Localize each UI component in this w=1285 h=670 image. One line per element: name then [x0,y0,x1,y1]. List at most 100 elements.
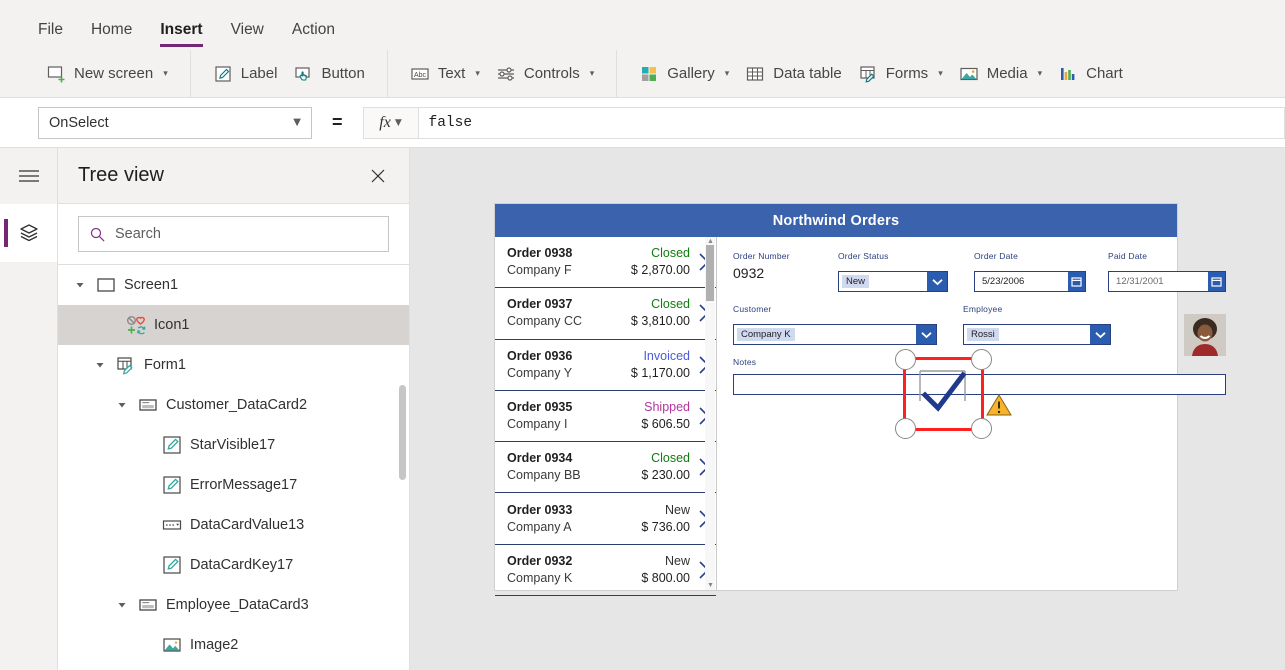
label-icon [215,65,231,82]
gallery-row[interactable]: Order 0936 Company Y Invoiced $ 1,170.00 [495,340,716,391]
hamburger-menu-button[interactable] [0,148,57,204]
tree-view-title: Tree view [78,164,164,186]
order-number: Order 0935 [507,400,573,415]
gallery-button[interactable]: Gallery ▾ [631,60,737,88]
gallery-row[interactable]: Order 0932 Company K New $ 800.00 [495,545,716,597]
gallery-row[interactable]: Order 0934 Company BB Closed $ 230.00 [495,442,716,494]
tree-node-label: StarVisible17 [190,437,276,453]
button-button[interactable]: Button [285,60,372,88]
tree-node-list: Screen1 Icon1 Form1 Customer_DataCard2 S… [58,265,409,670]
order-status: Shipped [644,400,690,415]
order-status-dropdown[interactable]: New [838,271,948,292]
chevron-down-icon[interactable] [927,272,947,291]
field-paid-date: Paid Date 12/31/2001 [1108,251,1226,292]
tree-node-label: Screen1 [124,277,179,293]
employee-avatar [1184,314,1226,356]
paid-date-input[interactable]: 12/31/2001 [1108,271,1226,292]
datacard-icon [139,399,157,411]
notes-input[interactable] [733,374,1226,395]
order-date-input[interactable]: 5/23/2006 [974,271,1086,292]
gallery-label: Gallery [667,65,715,82]
controls-button[interactable]: Controls ▾ [488,60,602,88]
gallery-scrollbar[interactable]: ▲ ▼ [705,237,715,590]
tree-node-icon1[interactable]: Icon1 [58,305,409,345]
detail-row-1: Order Number 0932 Order Status New Order… [733,251,1226,292]
order-status: Closed [651,246,690,261]
twisty-open-icon[interactable] [114,601,130,609]
menu-tab-file[interactable]: File [38,21,63,50]
ribbon-group-basic: Label Button [191,50,388,97]
gallery-row[interactable]: Order 0935 Company I Shipped $ 606.50 [495,391,716,443]
order-status-value: New [842,275,870,288]
gallery-row[interactable]: Order 0937 Company CC Closed $ 3,810.00 [495,288,716,340]
twisty-open-icon[interactable] [72,281,88,289]
equals-sign: = [332,112,343,132]
tree-scrollbar-thumb[interactable] [399,385,406,480]
icon-control-icon [127,316,146,335]
tree-node-image2[interactable]: Image2 [58,625,409,665]
customer-name: Company A [507,519,572,534]
chart-icon [1061,67,1075,80]
tree-view-header: Tree view [58,148,409,204]
scroll-down-icon[interactable]: ▼ [707,582,714,589]
data-table-button[interactable]: Data table [737,60,849,88]
tree-node-datacardkey17[interactable]: DataCardKey17 [58,545,409,585]
close-panel-button[interactable] [369,167,387,185]
order-number: Order 0933 [507,502,573,517]
customer-dropdown[interactable]: Company K [733,324,937,345]
tree-node-starvisible17[interactable]: StarVisible17 [58,425,409,465]
tree-node-form1[interactable]: Form1 [58,345,409,385]
label-button[interactable]: Label [205,60,286,88]
tree-node-employee-datacard3[interactable]: Employee_DataCard3 [58,585,409,625]
canvas-area[interactable]: Northwind Orders Order 0938 Company F Cl… [410,148,1285,670]
orders-gallery[interactable]: Order 0938 Company F Closed $ 2,870.00 O… [495,237,717,597]
menu-tab-view[interactable]: View [231,21,264,50]
data-table-label: Data table [773,65,842,82]
ribbon-group-data: Gallery ▾ Data table Forms ▾ Media ▾ Cha… [617,50,1145,97]
formula-bar: OnSelect ▼ = fx ▼ false [0,98,1285,148]
twisty-open-icon[interactable] [114,401,130,409]
gallery-row[interactable]: Order 0938 Company F Closed $ 2,870.00 [495,237,716,289]
employee-dropdown[interactable]: Rossi [963,324,1111,345]
ribbon-group-screens: New screen ▾ [24,50,191,97]
scroll-up-icon[interactable]: ▲ [707,238,714,245]
new-screen-button[interactable]: New screen ▾ [38,60,176,88]
field-label: Employee [963,304,1003,314]
calendar-icon[interactable] [1068,272,1085,291]
hamburger-icon [18,170,39,182]
formula-input[interactable]: false [418,106,1285,139]
label-control-icon [163,556,181,574]
chevron-down-icon[interactable] [916,325,936,344]
search-box[interactable] [78,216,389,252]
calendar-icon[interactable] [1208,272,1225,291]
gallery-scrollbar-thumb[interactable] [706,245,714,301]
order-status: Closed [651,451,690,466]
order-amount: $ 606.50 [641,417,690,432]
order-status: New [664,502,690,517]
chevron-down-icon: ▼ [394,117,402,128]
menu-tab-insert[interactable]: Insert [160,21,203,50]
chevron-down-icon[interactable] [1090,325,1110,344]
tree-node-errormessage17[interactable]: ErrorMessage17 [58,465,409,505]
chart-label: Chart [1086,65,1123,82]
twisty-open-icon[interactable] [92,361,108,369]
label-control-icon [163,436,181,454]
media-button[interactable]: Media ▾ [951,60,1050,88]
menu-tab-home[interactable]: Home [91,21,132,50]
menu-tab-action[interactable]: Action [292,21,335,50]
search-input[interactable] [115,226,378,242]
tree-node-label: Icon1 [154,317,190,333]
tree-view-rail-button[interactable] [0,204,57,262]
tree-node-screen1[interactable]: Screen1 [58,265,409,305]
fx-button[interactable]: fx ▼ [362,106,419,139]
property-selector[interactable]: OnSelect ▼ [38,106,312,139]
text-button[interactable]: Abc Text ▾ [402,60,488,88]
order-date-value: 5/23/2006 [982,276,1025,287]
tree-node-customer-datacard2[interactable]: Customer_DataCard2 [58,385,409,425]
tree-node-datacardvalue13[interactable]: DataCardValue13 [58,505,409,545]
field-order-date: Order Date 5/23/2006 [974,251,1086,292]
chart-button[interactable]: Chart [1050,60,1131,88]
tree-scrollbar[interactable] [399,375,406,607]
gallery-row[interactable]: Order 0933 Company A New $ 736.00 [495,493,716,545]
forms-button[interactable]: Forms ▾ [850,60,951,88]
